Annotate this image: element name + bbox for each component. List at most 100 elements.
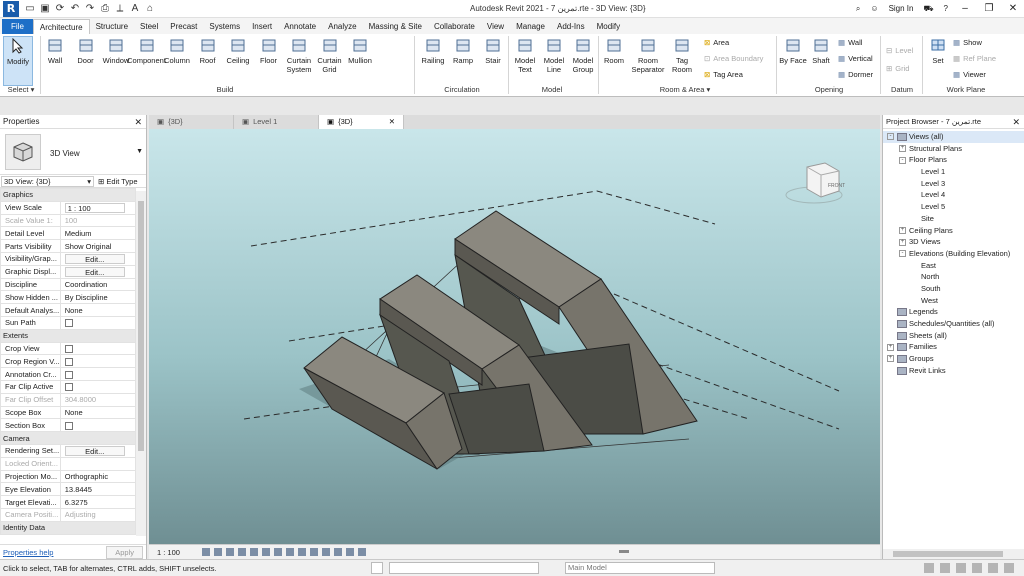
property-value[interactable]: Show Original <box>59 239 137 253</box>
ceiling-button[interactable]: Ceiling <box>223 36 253 65</box>
view-scale-label[interactable]: 1 : 100 <box>157 548 180 557</box>
tree-item-families[interactable]: + Families <box>883 341 1024 353</box>
property-checkbox[interactable] <box>64 344 73 353</box>
help-icon[interactable]: ? <box>944 4 948 13</box>
railing-button[interactable]: Railing <box>418 36 448 65</box>
property-value[interactable]: Medium <box>59 226 137 241</box>
ramp-button[interactable]: Ramp <box>448 36 478 65</box>
tree-item-views-all[interactable]: - Views (all) <box>883 131 1024 143</box>
text-icon[interactable]: A <box>130 3 140 14</box>
tree-item-revit-links[interactable]: Revit Links <box>883 365 1024 377</box>
close-tab-icon[interactable]: ✕ <box>389 115 395 129</box>
area-boundary-button[interactable]: ⊡ Area Boundary <box>704 54 763 63</box>
sun-path-icon[interactable] <box>225 548 234 556</box>
property-value[interactable] <box>59 367 137 381</box>
type-selector[interactable]: 3D View ▼ <box>0 129 146 175</box>
property-group-camera[interactable]: Camera <box>0 431 136 445</box>
shadows-icon[interactable] <box>237 548 246 556</box>
close-button[interactable]: ✕ <box>1006 3 1020 14</box>
property-value[interactable] <box>59 354 137 369</box>
filter-icon[interactable] <box>1004 563 1014 573</box>
tab-systems[interactable]: Systems <box>203 19 246 34</box>
cart-icon[interactable]: ⛟ <box>923 4 933 14</box>
tab-view[interactable]: View <box>481 19 510 34</box>
property-value[interactable] <box>59 341 137 356</box>
user-icon[interactable]: ☺ <box>870 4 878 13</box>
redo-icon[interactable]: ↷ <box>85 3 95 14</box>
tree-item-legends[interactable]: Legends <box>883 306 1024 318</box>
room-separator-button[interactable]: Room Separator <box>632 36 664 74</box>
tree-item-level-3[interactable]: Level 3 <box>883 178 1024 190</box>
property-value[interactable]: None <box>59 303 137 317</box>
analytical-model-icon[interactable] <box>333 548 342 556</box>
property-edit-button[interactable]: Edit... <box>64 445 125 456</box>
property-group-graphics[interactable]: Graphics <box>0 188 136 202</box>
property-checkbox[interactable] <box>64 319 73 328</box>
curtain-system-button[interactable]: Curtain System <box>284 36 314 74</box>
property-group-extents[interactable]: Extents <box>0 328 136 343</box>
properties-scrollbar[interactable] <box>136 191 146 536</box>
level-button[interactable]: ⊟ Level <box>886 46 913 55</box>
wall-opening-button[interactable]: ▦ Wall <box>838 38 862 47</box>
area-button[interactable]: ⊠ Area <box>704 38 729 47</box>
editable-only-icon[interactable] <box>924 563 934 573</box>
tree-item-3d-views[interactable]: +3D Views <box>883 236 1024 248</box>
tree-item-ceiling-plans[interactable]: + Ceiling Plans <box>883 225 1024 237</box>
view-tab-2[interactable]: ▣ {3D} ✕ <box>319 115 404 129</box>
door-button[interactable]: Door <box>71 36 101 65</box>
select-pinned-icon[interactable] <box>972 563 982 573</box>
show-workplane-button[interactable]: ▦ Show <box>953 38 982 47</box>
property-value[interactable]: 13.8445 <box>59 482 137 497</box>
tab-architecture[interactable]: Architecture <box>32 19 90 34</box>
property-checkbox[interactable] <box>64 421 73 430</box>
tree-item-level-4[interactable]: Level 4 <box>883 189 1024 201</box>
collapse-icon[interactable]: - <box>899 250 906 258</box>
3d-model-drawing[interactable]: FRONT <box>149 129 880 544</box>
viewer-button[interactable]: ▦ Viewer <box>953 70 986 79</box>
tree-item-site[interactable]: Site <box>883 213 1024 225</box>
tree-item-south[interactable]: South <box>883 283 1024 295</box>
tab-manage[interactable]: Manage <box>510 19 551 34</box>
floor-button[interactable]: Floor <box>254 36 284 65</box>
property-value[interactable]: Orthographic <box>59 469 137 484</box>
revit-logo-icon[interactable]: R <box>3 0 19 17</box>
tab-annotate[interactable]: Annotate <box>278 19 322 34</box>
horizontal-scroll-grip[interactable] <box>619 550 629 553</box>
select-underlay-icon[interactable] <box>956 563 966 573</box>
design-option-dropdown[interactable]: Main Model <box>565 562 715 574</box>
wall-button[interactable]: Wall <box>40 36 70 65</box>
select-links-icon[interactable] <box>940 563 950 573</box>
viewcube[interactable]: FRONT <box>785 162 845 204</box>
expand-icon[interactable]: + <box>887 355 894 363</box>
tab-structure[interactable]: Structure <box>90 19 134 34</box>
undo-icon[interactable]: ↶ <box>70 3 80 14</box>
edit-type-button[interactable]: ⊞ Edit Type <box>98 177 138 186</box>
room-area-panel-label[interactable]: Room & Area ▾ <box>650 85 720 94</box>
tab-collaborate[interactable]: Collaborate <box>428 19 481 34</box>
chevron-down-icon[interactable]: ▼ <box>136 148 143 155</box>
modify-button[interactable]: Modify <box>3 36 33 86</box>
property-value[interactable]: Edit... <box>59 264 137 279</box>
property-value[interactable]: 6.3275 <box>59 495 137 509</box>
restore-button[interactable]: ❐ <box>982 3 996 14</box>
component-button[interactable]: Component <box>127 36 166 65</box>
print-icon[interactable]: ⎙ <box>100 3 110 14</box>
model-line-button[interactable]: Model Line <box>539 36 569 74</box>
select-by-face-icon[interactable] <box>988 563 998 573</box>
property-checkbox[interactable] <box>64 370 73 379</box>
detail-level-icon[interactable] <box>201 548 210 556</box>
render-icon[interactable] <box>249 548 258 556</box>
vertical-opening-button[interactable]: ▦ Vertical <box>838 54 873 63</box>
stair-button[interactable]: Stair <box>478 36 508 65</box>
property-value[interactable] <box>59 379 137 394</box>
3d-viewport[interactable]: FRONT <box>149 129 880 544</box>
room-button[interactable]: Room <box>599 36 629 65</box>
measure-icon[interactable]: ⟂ <box>115 3 125 14</box>
sign-in-link[interactable]: Sign In <box>889 4 914 13</box>
property-value[interactable]: By Discipline <box>59 290 137 305</box>
expand-icon[interactable]: + <box>899 145 906 153</box>
tree-item-groups[interactable]: + Groups <box>883 353 1024 365</box>
tree-item-east[interactable]: East <box>883 260 1024 272</box>
select-panel-label[interactable]: Select ▾ <box>4 85 38 94</box>
highlight-displacement-icon[interactable] <box>345 548 354 556</box>
